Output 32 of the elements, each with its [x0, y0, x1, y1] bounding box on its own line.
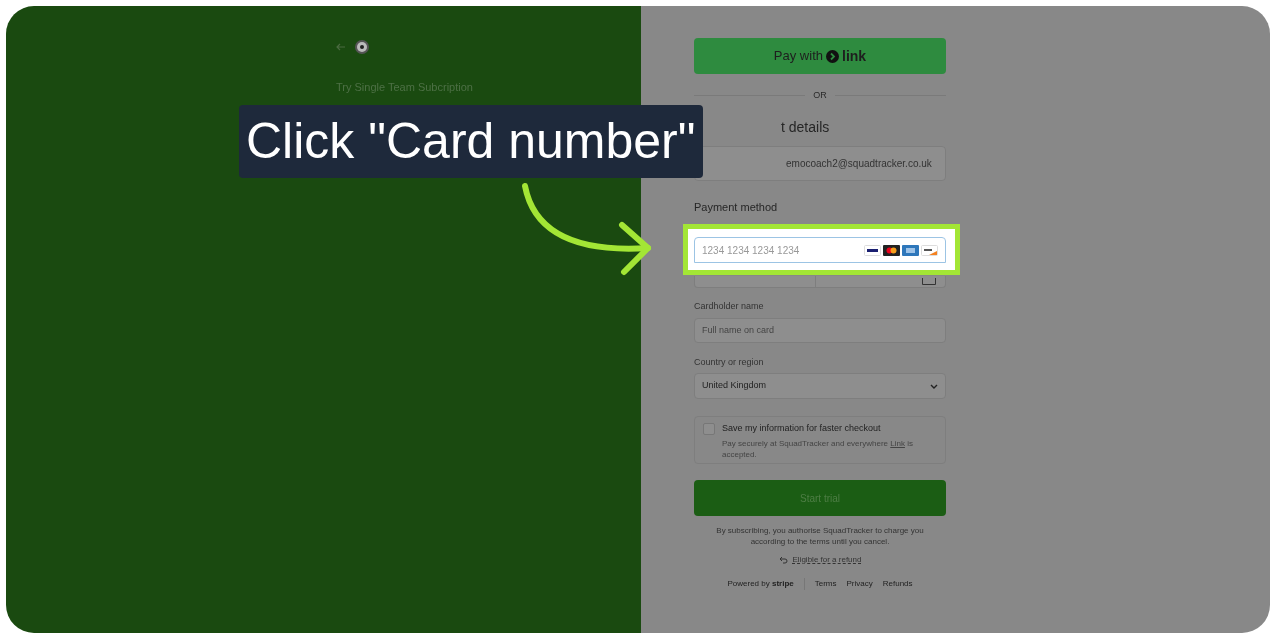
instruction-callout: Click "Card number": [239, 105, 703, 178]
refund-link[interactable]: Eligible for a refund: [792, 554, 862, 566]
cvc-field[interactable]: [816, 276, 946, 288]
back-arrow-icon[interactable]: [336, 42, 346, 52]
chevron-down-icon: [930, 383, 938, 389]
footer-link[interactable]: Refunds: [882, 578, 913, 590]
card-number-placeholder: 1234 1234 1234 1234: [702, 243, 801, 258]
pay-with-link-button[interactable]: Pay with link: [694, 38, 946, 74]
email-field[interactable]: emocoach2@squadtracker.co.uk: [694, 145, 946, 181]
cardholder-field[interactable]: Full name on card: [694, 317, 946, 343]
country-label: Country or region: [694, 355, 765, 369]
undo-arrow-icon: [778, 556, 788, 564]
mastercard-icon: [883, 244, 900, 256]
save-info-label: Save my information for faster checkout: [722, 422, 882, 435]
expiry-field[interactable]: [694, 276, 816, 288]
cardholder-label: Cardholder name: [694, 300, 765, 313]
or-divider-label: OR: [813, 89, 827, 102]
footer-link[interactable]: Privacy: [846, 578, 873, 590]
card-number-field[interactable]: 1234 1234 1234 1234: [694, 237, 946, 263]
soccer-ball-icon: [354, 39, 370, 55]
contact-heading: t details: [780, 117, 831, 137]
chevron-circle-icon: [826, 49, 839, 63]
payment-method-heading: Payment method: [694, 199, 779, 215]
cvc-card-icon: [922, 278, 936, 285]
discover-card-icon: [921, 244, 938, 256]
powered-by-label: Powered by stripe: [727, 578, 794, 590]
terms-text: By subscribing, you authorise SquadTracker to charge you according to the terms until you cancel.: [715, 525, 925, 547]
amex-card-icon: [902, 244, 919, 256]
visa-card-icon: [864, 244, 881, 256]
link-link[interactable]: Link: [890, 438, 905, 448]
footer-link[interactable]: Terms: [814, 578, 837, 590]
country-select[interactable]: United Kingdom: [694, 373, 946, 399]
